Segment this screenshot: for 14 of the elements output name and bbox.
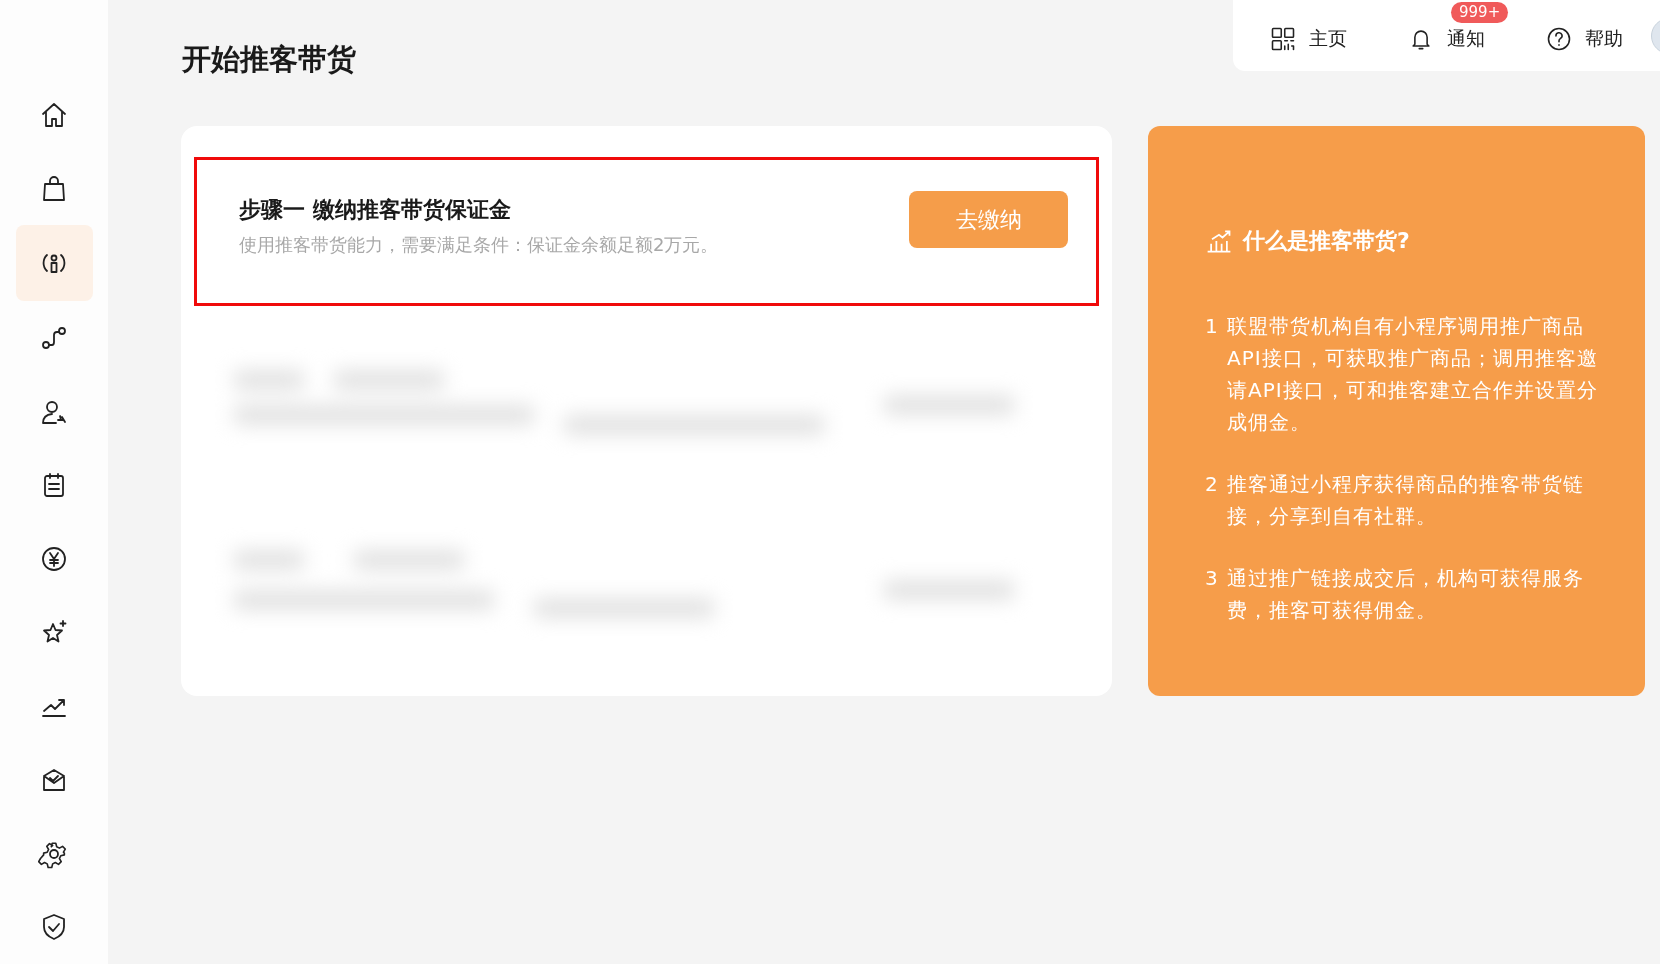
panel-title: 什么是推客带货?: [1243, 227, 1410, 255]
item-text: 推客通过小程序获得商品的推客带货链接，分享到自有社群。: [1227, 471, 1585, 530]
step-description: 使用推客带货能力，需要满足条件：保证金余额足额2万元。: [239, 232, 719, 257]
top-bar-link[interactable]: 帮助: [1545, 24, 1623, 53]
item-number: 2: [1205, 471, 1217, 498]
item-number: 3: [1205, 565, 1217, 592]
page-title: 开始推客带货: [182, 41, 356, 78]
item-text: 通过推广链接成交后，机构可获得服务费，推客可获得佣金。: [1227, 565, 1585, 624]
step-title: 步骤一 缴纳推客带货保证金: [239, 195, 512, 224]
top-bar-link[interactable]: 主页: [1269, 24, 1347, 53]
item-text: 联盟带货机构自有小程序调用推广商品API接口，可获取推广商品；调用推客邀请API接口，可和推客建立合作并设置分成佣金。: [1227, 313, 1599, 436]
top-bar-link[interactable]: 通知: [1407, 24, 1485, 53]
count-badge: 999+: [1451, 2, 1509, 23]
item-number: 1: [1205, 313, 1217, 340]
